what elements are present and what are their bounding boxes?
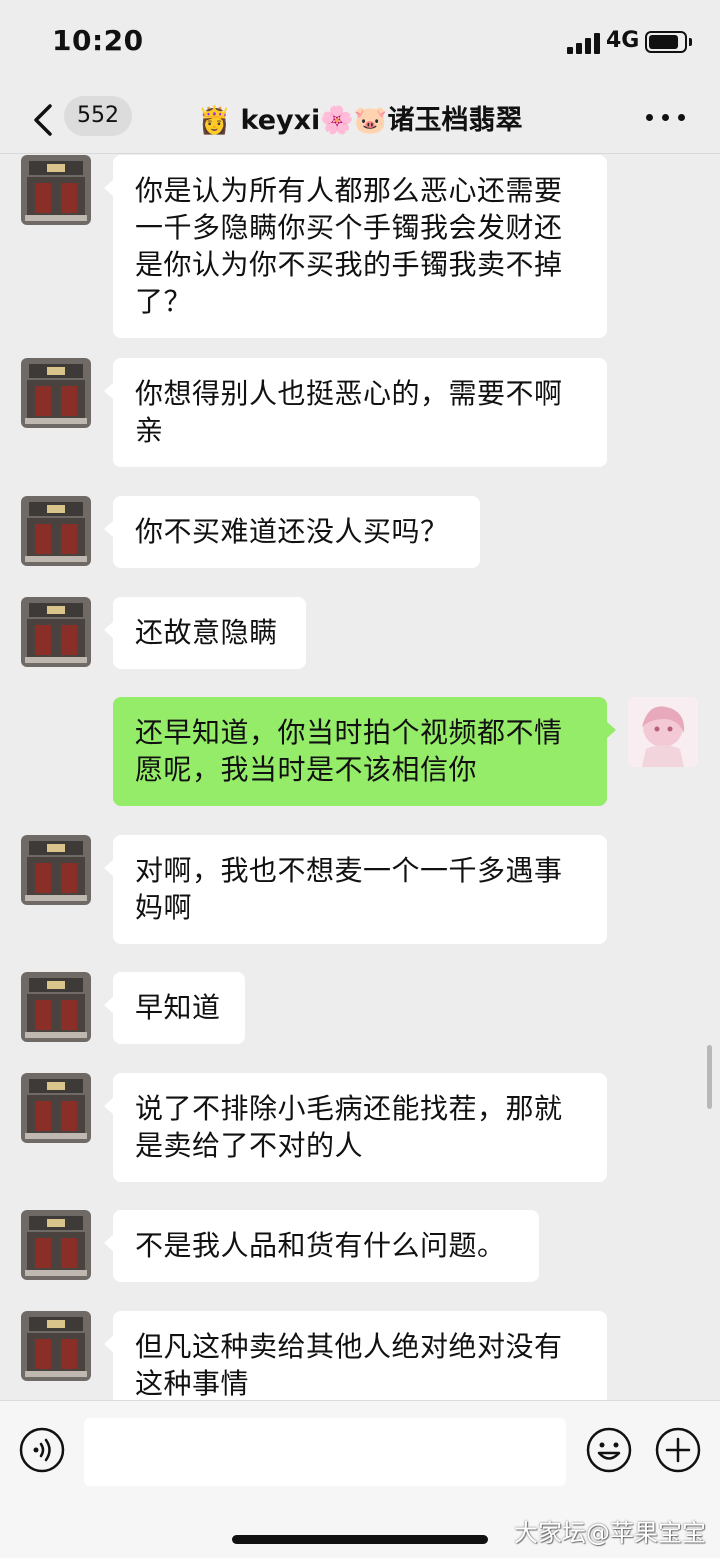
contact-avatar[interactable] xyxy=(21,597,91,667)
contact-avatar[interactable] xyxy=(21,496,91,566)
message-bubble[interactable]: 早知道 xyxy=(104,972,245,1044)
battery-icon xyxy=(645,31,687,53)
message-input[interactable] xyxy=(84,1418,566,1486)
message-bubble[interactable]: 不是我人品和货有什么问题。 xyxy=(104,1210,539,1282)
battery-level xyxy=(649,35,678,49)
battery-cap xyxy=(689,38,692,46)
chat-header: 552 👸 keyxi🌸🐷诸玉档翡翠 xyxy=(0,88,720,154)
message-bubble[interactable]: 你是认为所有人都那么恶心还需要一千多隐瞒你买个手镯我会发财还是你认为你不买我的手… xyxy=(104,155,607,338)
contact-avatar[interactable] xyxy=(21,835,91,905)
scrollbar-thumb[interactable] xyxy=(707,1045,712,1109)
message-bubble[interactable]: 对啊，我也不想麦一个一千多遇事妈啊 xyxy=(104,835,607,944)
status-time: 10:20 xyxy=(52,24,144,57)
network-label: 4G xyxy=(606,28,640,53)
contact-avatar[interactable] xyxy=(21,972,91,1042)
emoji-icon[interactable] xyxy=(585,1426,633,1474)
message-bubble[interactable]: 你想得别人也挺恶心的，需要不啊亲 xyxy=(104,358,607,467)
message-bubble[interactable]: 还故意隐瞒 xyxy=(104,597,306,669)
watermark: 大家坛@苹果宝宝 xyxy=(514,1519,706,1547)
contact-avatar[interactable] xyxy=(21,1311,91,1381)
chat-title[interactable]: 👸 keyxi🌸🐷诸玉档翡翠 xyxy=(0,98,720,137)
more-icon[interactable] xyxy=(646,112,686,124)
input-bar: 大家坛@苹果宝宝 xyxy=(0,1400,720,1558)
plus-icon[interactable] xyxy=(654,1426,702,1474)
message-bubble[interactable]: 说了不排除小毛病还能找茬，那就是卖给了不对的人 xyxy=(104,1073,607,1182)
user-avatar[interactable] xyxy=(628,697,698,767)
status-bar: 10:20 4G xyxy=(0,0,720,88)
chat-message-list[interactable]: 你是认为所有人都那么恶心还需要一千多隐瞒你买个手镯我会发财还是你认为你不买我的手… xyxy=(0,155,720,1400)
message-bubble[interactable]: 你不买难道还没人买吗？ xyxy=(104,496,480,568)
contact-avatar[interactable] xyxy=(21,1073,91,1143)
contact-avatar[interactable] xyxy=(21,1210,91,1280)
signal-icon xyxy=(567,32,603,54)
home-indicator[interactable] xyxy=(232,1535,488,1544)
voice-icon[interactable] xyxy=(18,1426,66,1474)
contact-avatar[interactable] xyxy=(21,358,91,428)
message-bubble[interactable]: 还早知道，你当时拍个视频都不情愿呢，我当时是不该相信你 xyxy=(113,697,616,806)
contact-avatar[interactable] xyxy=(21,155,91,225)
message-bubble[interactable]: 但凡这种卖给其他人绝对绝对没有这种事情 xyxy=(104,1311,607,1400)
